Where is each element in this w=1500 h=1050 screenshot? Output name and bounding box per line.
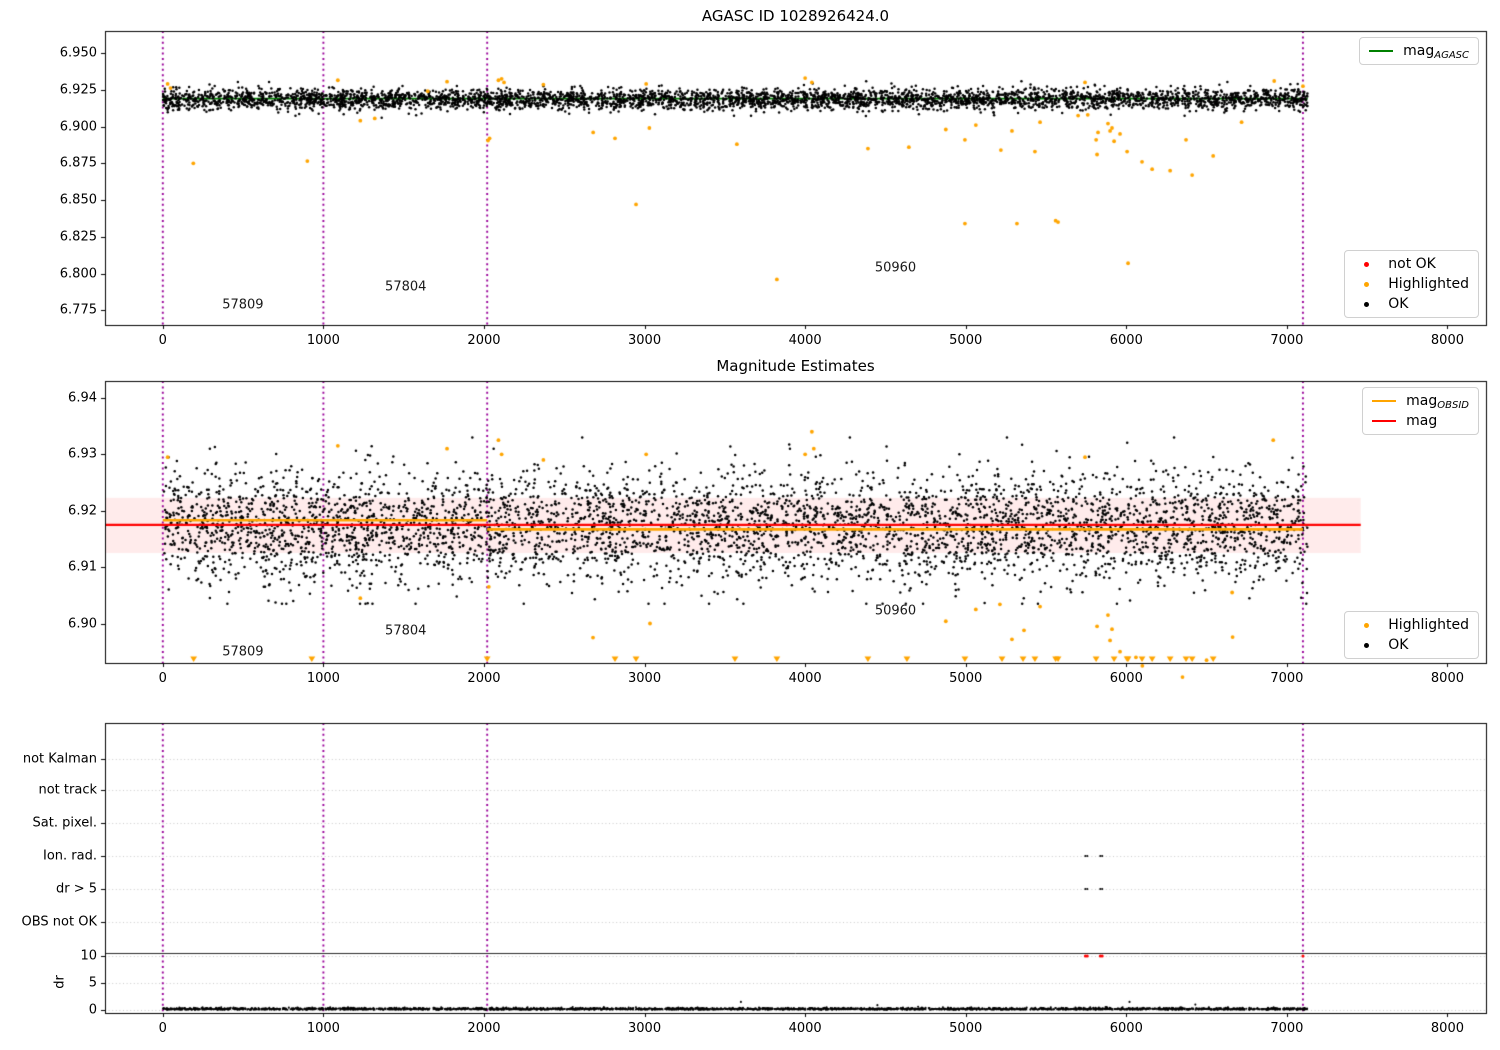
flag-tick-label: Sat. pixel. (32, 815, 97, 831)
obsid-annotation-57804: 57804 (385, 279, 427, 295)
red-line-swatch (1372, 420, 1397, 422)
x-tick-label: 6000 (1109, 1021, 1143, 1036)
quality-legend-top-panel: not OK Highlighted OK (1344, 250, 1479, 318)
x-tick-label: 7000 (1270, 1021, 1304, 1036)
x-tick-label: 8000 (1430, 1021, 1464, 1036)
flag-tick-label: OBS not OK (21, 914, 98, 930)
obsid-annotation-57809: 57809 (222, 297, 264, 313)
mag-agasc-legend: magAGASC (1359, 37, 1479, 65)
x-tick-label: 6000 (1109, 333, 1143, 348)
x-tick-label: 2000 (467, 1021, 501, 1036)
green-line-swatch (1369, 50, 1394, 52)
legend-label: Highlighted (1388, 276, 1469, 292)
obsid-annotation-57804: 57804 (385, 623, 427, 639)
x-tick-label: 3000 (628, 1021, 662, 1036)
agasc-id-title: AGASC ID 1028926424.0 (701, 7, 890, 25)
magnitude-estimates-panel: magOBSID mag Highlighted OK (105, 381, 1486, 663)
flag-tick-label: not track (38, 782, 97, 798)
y-tick-label: 6.825 (59, 229, 97, 245)
obsid-annotation-50960: 50960 (874, 260, 917, 276)
x-tick-label: 1000 (306, 1021, 340, 1036)
y-tick-label: 6.900 (59, 119, 97, 135)
magnitude-estimates-title: Magnitude Estimates (716, 357, 875, 375)
x-tick-label: 6000 (1109, 671, 1143, 686)
y-tick-label: 6.93 (68, 446, 97, 462)
x-tick-label: 5000 (949, 333, 983, 348)
y-tick-label: 5 (88, 975, 97, 991)
legend-entry-mag: mag (1371, 413, 1469, 429)
x-tick-label: 7000 (1270, 333, 1304, 348)
y-tick-label: 6.925 (59, 82, 97, 98)
x-tick-label: 0 (158, 671, 167, 686)
x-tick-label: 4000 (788, 671, 822, 686)
y-tick-label: 6.90 (68, 616, 97, 632)
legend-label: OK (1388, 637, 1409, 653)
flags-panel (105, 723, 1486, 1013)
x-tick-label: 8000 (1430, 671, 1464, 686)
figure: AGASC ID 1028926424.0 Magnitude Estimate… (0, 0, 1500, 1050)
legend-label: mag (1406, 393, 1438, 409)
y-tick-label: 6.91 (68, 559, 97, 575)
x-tick-label: 0 (158, 333, 167, 348)
y-tick-label: 0 (88, 1002, 97, 1018)
legend-label-subscript: OBSID (1437, 400, 1469, 411)
x-tick-label: 3000 (628, 333, 662, 348)
orange-dot-swatch (1363, 281, 1369, 287)
legend-label: OK (1388, 296, 1409, 312)
legend-entry-ok: OK (1353, 296, 1469, 312)
legend-label-subscript: AGASC (1434, 50, 1469, 61)
mag-lines-legend: magOBSID mag (1362, 387, 1479, 435)
legend-entry-highlighted: Highlighted (1353, 276, 1469, 292)
x-tick-label: 1000 (306, 333, 340, 348)
x-tick-label: 3000 (628, 671, 662, 686)
x-tick-label: 0 (158, 1021, 167, 1036)
legend-entry-mag-agasc: magAGASC (1368, 43, 1469, 61)
obsid-annotation-57809: 57809 (222, 644, 264, 660)
y-tick-label: 10 (80, 948, 97, 964)
x-tick-label: 2000 (467, 671, 501, 686)
y-tick-label: 6.875 (59, 155, 97, 171)
x-tick-label: 2000 (467, 333, 501, 348)
red-dot-swatch (1363, 261, 1369, 267)
legend-entry-mag-obsid: magOBSID (1371, 393, 1469, 411)
dr-axis-label: dr (52, 974, 68, 989)
x-tick-label: 4000 (788, 1021, 822, 1036)
y-tick-label: 6.850 (59, 192, 97, 208)
flag-tick-label: not Kalman (22, 751, 97, 767)
x-tick-label: 5000 (949, 671, 983, 686)
legend-label: not OK (1388, 256, 1436, 272)
x-tick-label: 5000 (949, 1021, 983, 1036)
y-tick-label: 6.800 (59, 266, 97, 282)
quality-legend-mid-panel: Highlighted OK (1344, 611, 1479, 659)
black-dot-swatch (1363, 642, 1369, 648)
y-tick-label: 6.94 (68, 390, 97, 406)
legend-entry-highlighted: Highlighted (1353, 617, 1469, 633)
legend-label: mag (1403, 43, 1435, 59)
orange-dot-swatch (1363, 622, 1369, 628)
x-tick-label: 1000 (306, 671, 340, 686)
x-tick-label: 4000 (788, 333, 822, 348)
legend-entry-not-ok: not OK (1353, 256, 1469, 272)
flag-tick-label: Ion. rad. (43, 848, 97, 864)
y-tick-label: 6.950 (59, 45, 97, 61)
obsid-annotation-50960: 50960 (874, 603, 917, 619)
x-tick-label: 8000 (1430, 333, 1464, 348)
flag-tick-label: dr > 5 (55, 881, 97, 897)
agasc-mag-panel: magAGASC not OK Highlighted OK (105, 31, 1486, 325)
legend-label: mag (1406, 413, 1438, 429)
y-tick-label: 6.775 (59, 302, 97, 318)
orange-line-swatch (1372, 400, 1397, 402)
black-dot-swatch (1363, 301, 1369, 307)
legend-label: Highlighted (1388, 617, 1469, 633)
y-tick-label: 6.92 (68, 503, 97, 519)
x-tick-label: 7000 (1270, 671, 1304, 686)
legend-entry-ok: OK (1353, 637, 1469, 653)
